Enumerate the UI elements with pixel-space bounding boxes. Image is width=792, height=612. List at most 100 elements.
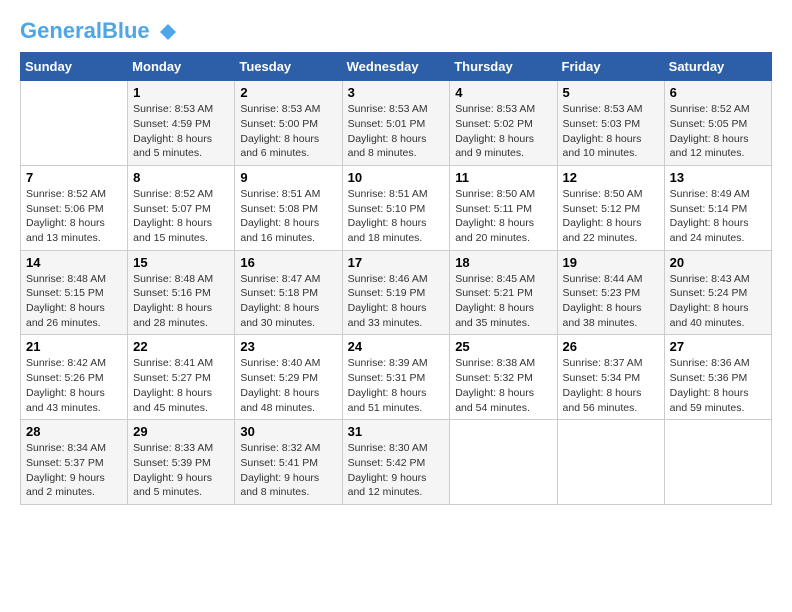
calendar-cell: 22 Sunrise: 8:41 AM Sunset: 5:27 PM Dayli… <box>128 335 235 420</box>
calendar-cell: 28 Sunrise: 8:34 AM Sunset: 5:37 PM Dayli… <box>21 420 128 505</box>
day-content: Sunrise: 8:43 AM Sunset: 5:24 PM Dayligh… <box>670 272 766 331</box>
calendar-cell <box>450 420 557 505</box>
calendar-cell: 8 Sunrise: 8:52 AM Sunset: 5:07 PM Daylig… <box>128 165 235 250</box>
day-number: 14 <box>26 255 122 270</box>
calendar-cell: 11Sunrise: 8:50 AM Sunset: 5:11 PM Dayli… <box>450 165 557 250</box>
day-number: 9 <box>240 170 336 185</box>
day-of-week-header: Sunday <box>21 53 128 81</box>
logo-text: GeneralBlue <box>20 20 178 42</box>
logo-general: General <box>20 18 102 43</box>
day-of-week-header: Tuesday <box>235 53 342 81</box>
calendar-cell <box>21 81 128 166</box>
day-number: 26 <box>563 339 659 354</box>
day-number: 15 <box>133 255 229 270</box>
page-header: GeneralBlue <box>20 20 772 42</box>
calendar-cell: 7 Sunrise: 8:52 AM Sunset: 5:06 PM Daylig… <box>21 165 128 250</box>
logo-blue: Blue <box>102 18 150 43</box>
day-content: Sunrise: 8:38 AM Sunset: 5:32 PM Dayligh… <box>455 356 551 415</box>
calendar-week-row: 28 Sunrise: 8:34 AM Sunset: 5:37 PM Dayli… <box>21 420 772 505</box>
day-content: Sunrise: 8:45 AM Sunset: 5:21 PM Dayligh… <box>455 272 551 331</box>
calendar-cell: 13 Sunrise: 8:49 AM Sunset: 5:14 PM Dayli… <box>664 165 771 250</box>
day-content: Sunrise: 8:46 AM Sunset: 5:19 PM Dayligh… <box>348 272 445 331</box>
day-number: 22 <box>133 339 229 354</box>
calendar-week-row: 14 Sunrise: 8:48 AM Sunset: 5:15 PM Dayli… <box>21 250 772 335</box>
day-content: Sunrise: 8:48 AM Sunset: 5:16 PM Dayligh… <box>133 272 229 331</box>
calendar-cell: 3 Sunrise: 8:53 AM Sunset: 5:01 PM Daylig… <box>342 81 450 166</box>
calendar-cell <box>664 420 771 505</box>
day-number: 2 <box>240 85 336 100</box>
day-content: Sunrise: 8:53 AM Sunset: 4:59 PM Dayligh… <box>133 102 229 161</box>
calendar-cell: 10 Sunrise: 8:51 AM Sunset: 5:10 PM Dayli… <box>342 165 450 250</box>
day-number: 25 <box>455 339 551 354</box>
day-content: Sunrise: 8:52 AM Sunset: 5:07 PM Dayligh… <box>133 187 229 246</box>
day-content: Sunrise: 8:44 AM Sunset: 5:23 PM Dayligh… <box>563 272 659 331</box>
day-content: Sunrise: 8:48 AM Sunset: 5:15 PM Dayligh… <box>26 272 122 331</box>
day-number: 5 <box>563 85 659 100</box>
day-number: 31 <box>348 424 445 439</box>
day-content: Sunrise: 8:39 AM Sunset: 5:31 PM Dayligh… <box>348 356 445 415</box>
day-number: 28 <box>26 424 122 439</box>
day-content: Sunrise: 8:51 AM Sunset: 5:08 PM Dayligh… <box>240 187 336 246</box>
day-number: 1 <box>133 85 229 100</box>
calendar-cell: 1 Sunrise: 8:53 AM Sunset: 4:59 PM Daylig… <box>128 81 235 166</box>
calendar-week-row: 7 Sunrise: 8:52 AM Sunset: 5:06 PM Daylig… <box>21 165 772 250</box>
calendar-cell: 14 Sunrise: 8:48 AM Sunset: 5:15 PM Dayli… <box>21 250 128 335</box>
logo: GeneralBlue <box>20 20 178 42</box>
day-content: Sunrise: 8:50 AM Sunset: 5:12 PM Dayligh… <box>563 187 659 246</box>
day-content: Sunrise: 8:33 AM Sunset: 5:39 PM Dayligh… <box>133 441 229 500</box>
calendar-cell: 23Sunrise: 8:40 AM Sunset: 5:29 PM Dayli… <box>235 335 342 420</box>
calendar-cell: 30Sunrise: 8:32 AM Sunset: 5:41 PM Dayli… <box>235 420 342 505</box>
day-content: Sunrise: 8:53 AM Sunset: 5:03 PM Dayligh… <box>563 102 659 161</box>
day-of-week-header: Wednesday <box>342 53 450 81</box>
day-number: 12 <box>563 170 659 185</box>
day-number: 20 <box>670 255 766 270</box>
calendar-cell: 24 Sunrise: 8:39 AM Sunset: 5:31 PM Dayli… <box>342 335 450 420</box>
calendar-cell: 15 Sunrise: 8:48 AM Sunset: 5:16 PM Dayli… <box>128 250 235 335</box>
calendar-cell <box>557 420 664 505</box>
day-content: Sunrise: 8:53 AM Sunset: 5:00 PM Dayligh… <box>240 102 336 161</box>
calendar-cell: 25 Sunrise: 8:38 AM Sunset: 5:32 PM Dayli… <box>450 335 557 420</box>
day-of-week-header: Saturday <box>664 53 771 81</box>
day-content: Sunrise: 8:47 AM Sunset: 5:18 PM Dayligh… <box>240 272 336 331</box>
day-number: 17 <box>348 255 445 270</box>
day-content: Sunrise: 8:30 AM Sunset: 5:42 PM Dayligh… <box>348 441 445 500</box>
day-number: 21 <box>26 339 122 354</box>
day-content: Sunrise: 8:52 AM Sunset: 5:05 PM Dayligh… <box>670 102 766 161</box>
logo-icon <box>158 22 178 42</box>
day-number: 10 <box>348 170 445 185</box>
day-number: 11 <box>455 170 551 185</box>
day-content: Sunrise: 8:32 AM Sunset: 5:41 PM Dayligh… <box>240 441 336 500</box>
calendar-cell: 6Sunrise: 8:52 AM Sunset: 5:05 PM Daylig… <box>664 81 771 166</box>
calendar-table: SundayMondayTuesdayWednesdayThursdayFrid… <box>20 52 772 505</box>
calendar-week-row: 1 Sunrise: 8:53 AM Sunset: 4:59 PM Daylig… <box>21 81 772 166</box>
day-of-week-header: Thursday <box>450 53 557 81</box>
calendar-cell: 26Sunrise: 8:37 AM Sunset: 5:34 PM Dayli… <box>557 335 664 420</box>
day-number: 23 <box>240 339 336 354</box>
day-number: 4 <box>455 85 551 100</box>
calendar-cell: 18 Sunrise: 8:45 AM Sunset: 5:21 PM Dayli… <box>450 250 557 335</box>
calendar-cell: 29Sunrise: 8:33 AM Sunset: 5:39 PM Dayli… <box>128 420 235 505</box>
day-content: Sunrise: 8:41 AM Sunset: 5:27 PM Dayligh… <box>133 356 229 415</box>
day-content: Sunrise: 8:53 AM Sunset: 5:01 PM Dayligh… <box>348 102 445 161</box>
calendar-header-row: SundayMondayTuesdayWednesdayThursdayFrid… <box>21 53 772 81</box>
day-number: 13 <box>670 170 766 185</box>
day-content: Sunrise: 8:34 AM Sunset: 5:37 PM Dayligh… <box>26 441 122 500</box>
calendar-cell: 9 Sunrise: 8:51 AM Sunset: 5:08 PM Daylig… <box>235 165 342 250</box>
day-content: Sunrise: 8:52 AM Sunset: 5:06 PM Dayligh… <box>26 187 122 246</box>
calendar-cell: 31 Sunrise: 8:30 AM Sunset: 5:42 PM Dayli… <box>342 420 450 505</box>
day-number: 3 <box>348 85 445 100</box>
day-content: Sunrise: 8:42 AM Sunset: 5:26 PM Dayligh… <box>26 356 122 415</box>
day-content: Sunrise: 8:51 AM Sunset: 5:10 PM Dayligh… <box>348 187 445 246</box>
day-number: 27 <box>670 339 766 354</box>
day-number: 8 <box>133 170 229 185</box>
calendar-cell: 20 Sunrise: 8:43 AM Sunset: 5:24 PM Dayli… <box>664 250 771 335</box>
calendar-week-row: 21 Sunrise: 8:42 AM Sunset: 5:26 PM Dayli… <box>21 335 772 420</box>
day-number: 16 <box>240 255 336 270</box>
day-content: Sunrise: 8:49 AM Sunset: 5:14 PM Dayligh… <box>670 187 766 246</box>
day-of-week-header: Monday <box>128 53 235 81</box>
day-number: 7 <box>26 170 122 185</box>
calendar-cell: 5 Sunrise: 8:53 AM Sunset: 5:03 PM Daylig… <box>557 81 664 166</box>
day-number: 24 <box>348 339 445 354</box>
day-number: 18 <box>455 255 551 270</box>
day-number: 19 <box>563 255 659 270</box>
